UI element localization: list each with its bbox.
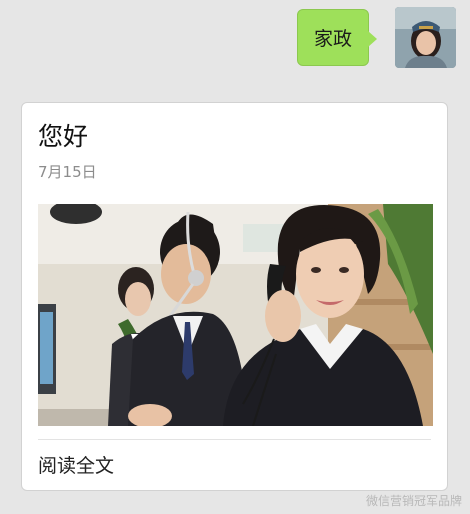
- message-text: 家政: [313, 28, 352, 50]
- outgoing-message-bubble[interactable]: 家政: [297, 9, 377, 66]
- chat-view: 家政 您好 7月15日 阅读全文 微信营销冠军品牌: [0, 0, 470, 514]
- article-card[interactable]: 您好 7月15日 阅读全文: [21, 102, 448, 491]
- article-cover-image[interactable]: [38, 204, 433, 426]
- card-divider: [38, 439, 431, 440]
- user-avatar-icon[interactable]: [395, 7, 456, 68]
- article-title: 您好: [38, 122, 89, 151]
- read-full-article-link[interactable]: 阅读全文: [38, 451, 114, 478]
- article-date: 7月15日: [38, 163, 97, 181]
- watermark-text: 微信营销冠军品牌: [365, 494, 462, 508]
